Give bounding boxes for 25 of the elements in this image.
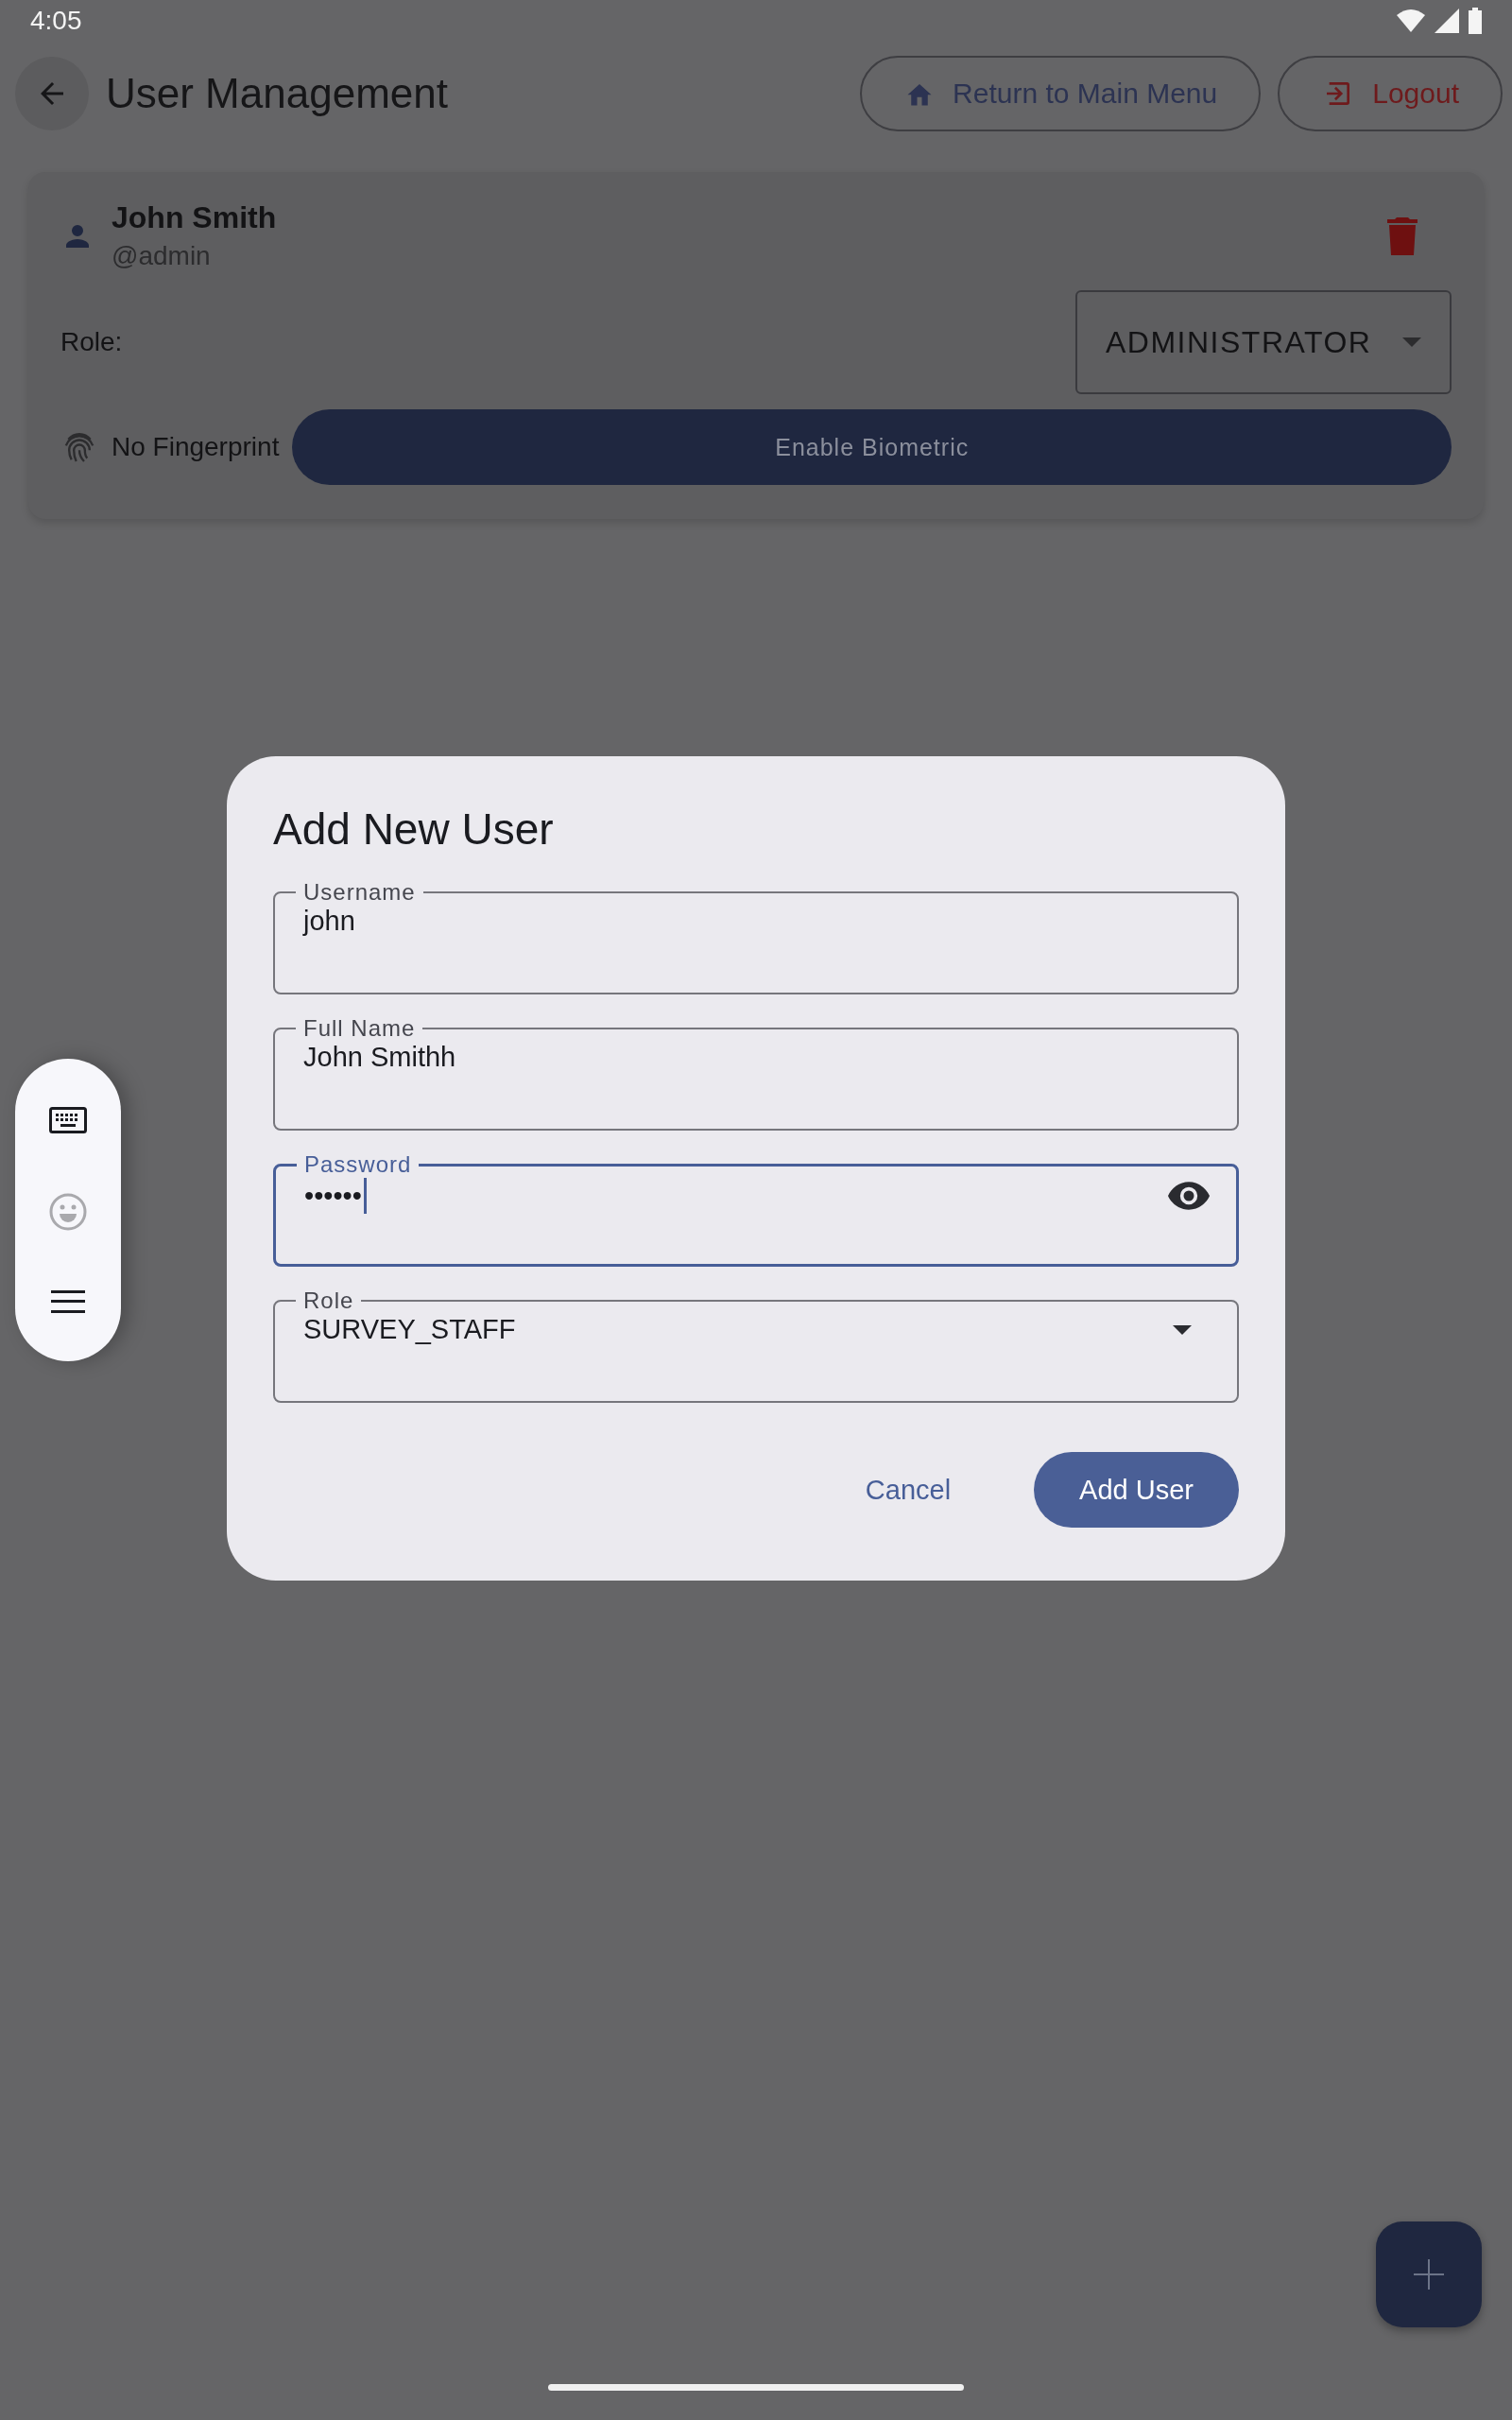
dropdown-caret-icon (1173, 1324, 1192, 1335)
dropdown-caret-icon (1402, 337, 1421, 347)
text-cursor (363, 1178, 367, 1214)
smiley-icon (49, 1193, 87, 1231)
add-fab[interactable] (1376, 2221, 1482, 2327)
trash-icon[interactable] (1387, 216, 1418, 255)
biometric-status: No Fingerprint (112, 432, 280, 462)
dialog-title: Add New User (273, 804, 555, 855)
role-label: Role: (60, 327, 124, 357)
menu-button[interactable] (51, 1289, 85, 1313)
emoji-button[interactable] (49, 1193, 87, 1231)
enable-biometric-button[interactable]: Enable Biometric (292, 409, 1452, 485)
add-user-button[interactable]: Add User (1034, 1452, 1239, 1528)
user-name: John Smith (112, 200, 278, 235)
eye-icon[interactable] (1168, 1182, 1210, 1210)
cancel-button[interactable]: Cancel (819, 1452, 997, 1528)
wifi-icon (1397, 9, 1425, 32)
battery-icon (1469, 8, 1482, 34)
screen-title: User Management (106, 70, 449, 117)
status-time: 4:05 (30, 6, 82, 36)
keyboard-icon (49, 1107, 87, 1134)
menu-icon (51, 1289, 85, 1313)
plus-icon (1414, 2259, 1444, 2290)
signal-icon (1435, 9, 1459, 33)
keyboard-button[interactable] (49, 1107, 87, 1134)
